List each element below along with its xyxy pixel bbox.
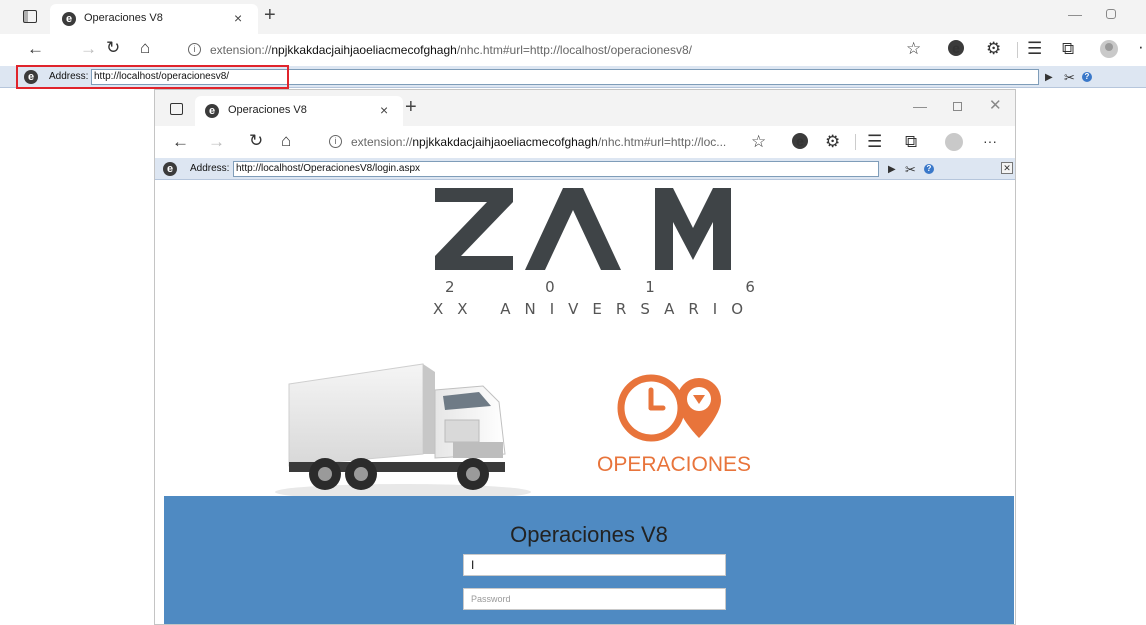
inner-address-input[interactable]: http://localhost/OperacionesV8/login.asp… (233, 161, 879, 177)
forward-arrow-icon[interactable]: → (208, 132, 225, 152)
more-icon[interactable]: ··· (983, 131, 997, 151)
close-window-icon[interactable]: ✕ (989, 96, 1002, 114)
year-digit: 0 (545, 278, 555, 296)
inner-tab[interactable]: e Operaciones V8 × (195, 96, 403, 126)
outer-tab[interactable]: e Operaciones V8 × (50, 4, 258, 34)
home-icon[interactable]: ⌂ (281, 131, 291, 151)
favorites-icon[interactable]: ☰ (1027, 39, 1042, 59)
inner-browser-window: e Operaciones V8 × + — ✕ ← → ↻ ⌂ i exten… (154, 89, 1016, 625)
inner-tab-bar: e Operaciones V8 × + — ✕ (155, 90, 1015, 126)
tab-actions-icon[interactable] (23, 10, 37, 23)
more-icon[interactable]: · (1138, 37, 1144, 57)
minimize-button[interactable]: — (1068, 6, 1082, 22)
new-tab-button[interactable]: + (264, 4, 276, 27)
maximize-button[interactable] (953, 102, 962, 111)
address-highlight-box (16, 65, 289, 89)
go-icon[interactable]: ▶ (1045, 68, 1053, 88)
logo-year: 2 0 1 6 (445, 278, 755, 296)
restore-button[interactable] (1106, 9, 1116, 19)
inner-address-label: Address: (190, 163, 230, 174)
password-input[interactable]: Password (463, 588, 726, 610)
refresh-icon[interactable]: ↻ (249, 131, 263, 151)
add-favorite-icon[interactable]: ☆ (906, 39, 921, 59)
collections-icon[interactable]: ⧉ (905, 132, 917, 152)
outer-url-text: extension://npjkkakdacjaihjaoeliacmecofg… (210, 43, 692, 57)
new-tab-button[interactable]: + (405, 96, 417, 119)
inner-tab-title: Operaciones V8 (228, 104, 307, 116)
operaciones-label: OPERACIONES (597, 453, 752, 476)
extensions-icon[interactable]: ⚙ (986, 39, 1001, 59)
minimize-button[interactable]: — (913, 98, 927, 114)
profile-avatar[interactable] (1100, 40, 1118, 58)
zam-logo (435, 188, 731, 270)
ie-logo-icon: e (163, 162, 177, 176)
outer-tab-bar: e Operaciones V8 × + — (0, 0, 1146, 34)
help-icon[interactable]: ? (1082, 72, 1092, 82)
inner-ie-address-bar: e Address: http://localhost/OperacionesV… (155, 158, 1015, 180)
favorites-icon[interactable]: ☰ (867, 132, 882, 152)
inner-url-text: extension://npjkkakdacjaihjaoeliacmecofg… (351, 135, 727, 149)
add-favorite-icon[interactable]: ☆ (751, 132, 766, 152)
toolbar-divider (1017, 42, 1018, 58)
inner-url-bar[interactable]: i extension://npjkkakdacjaihjaoeliacmeco… (313, 129, 783, 155)
clock-pin-icon (617, 374, 721, 442)
info-icon[interactable]: i (329, 135, 342, 148)
close-tab-icon[interactable]: × (380, 102, 388, 118)
go-icon[interactable]: ▶ (888, 160, 896, 180)
help-icon[interactable]: ? (924, 164, 934, 174)
back-arrow-icon[interactable]: ← (172, 132, 189, 152)
ie-mode-icon: e (62, 12, 76, 26)
username-input[interactable]: I (463, 554, 726, 576)
ie-mode-icon: e (205, 104, 219, 118)
tools-icon[interactable]: ✂ (1064, 68, 1075, 88)
home-icon[interactable]: ⌂ (140, 38, 150, 58)
close-tab-icon[interactable]: × (234, 10, 242, 26)
refresh-icon[interactable]: ↻ (106, 38, 120, 58)
profile-avatar[interactable] (945, 133, 963, 151)
toolbar-divider (855, 134, 856, 150)
anniversary-text: XX ANIVERSARIO (432, 300, 758, 318)
outer-url-bar[interactable]: i extension://npjkkakdacjaihjaoeliacmeco… (172, 36, 942, 64)
forward-arrow-icon[interactable]: → (80, 39, 97, 59)
back-arrow-icon[interactable]: ← (27, 39, 44, 59)
login-panel: Operaciones V8 I Password (164, 496, 1014, 624)
ie-tab-extension-icon[interactable]: e (792, 133, 808, 149)
truck-image (275, 363, 531, 500)
info-icon[interactable]: i (188, 43, 201, 56)
inner-nav-bar: ← → ↻ ⌂ i extension://npjkkakdacjaihjaoe… (155, 126, 1015, 158)
extensions-icon[interactable]: ⚙ (825, 132, 840, 152)
ie-tab-extension-icon[interactable]: e (948, 40, 964, 56)
collections-icon[interactable]: ⧉ (1062, 39, 1074, 59)
year-digit: 6 (745, 278, 755, 296)
login-title: Operaciones V8 (510, 522, 668, 547)
tab-actions-icon[interactable] (170, 103, 183, 115)
year-digit: 2 (445, 278, 455, 296)
tools-icon[interactable]: ✂ (905, 160, 916, 180)
year-digit: 1 (645, 278, 655, 296)
outer-tab-title: Operaciones V8 (84, 12, 163, 24)
close-address-bar-icon[interactable]: ✕ (1001, 162, 1013, 174)
outer-nav-bar: ← → ↻ ⌂ i extension://npjkkakdacjaihjaoe… (0, 34, 1146, 66)
